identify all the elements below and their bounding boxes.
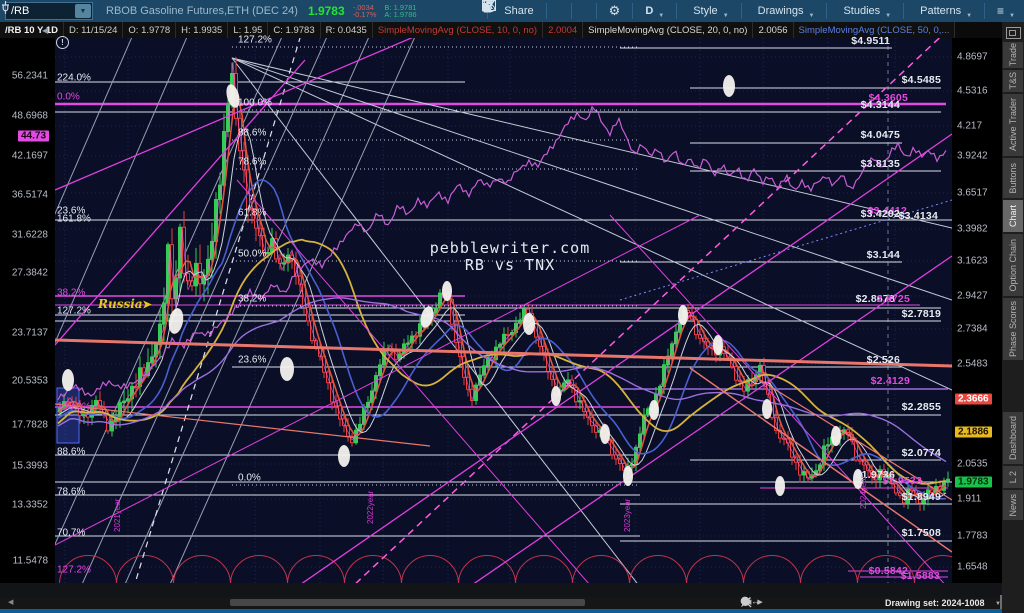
sidebar-tab-trade[interactable]: Trade xyxy=(1003,42,1023,68)
sidebar-tab-active-trader[interactable]: Active Trader xyxy=(1003,94,1023,156)
time-axis[interactable] xyxy=(0,583,1002,597)
bottom-edge-strip xyxy=(0,609,1024,613)
bottom-toolbar-icons: ● ↔ xyxy=(740,596,784,608)
left-right-arrow-icon[interactable]: ↔ xyxy=(751,596,760,606)
chart-drawing-layer xyxy=(55,38,952,584)
drawing-set-label[interactable]: Drawing set: 2024-1008 xyxy=(885,598,985,608)
sidebar-tab-phase-scores[interactable]: Phase Scores xyxy=(1003,298,1023,360)
chart-scrollbar-thumb[interactable] xyxy=(230,599,585,606)
sidebar-tab-chart[interactable]: Chart xyxy=(1003,200,1023,232)
thinkorswim-window: /RB ▼ RBOB Gasoline Futures,ETH (DEC 24)… xyxy=(0,0,1024,613)
sidebar-tab-dashboard[interactable]: Dashboard xyxy=(1003,412,1023,464)
sidebar-tab-t-s[interactable]: T&S xyxy=(1003,70,1023,92)
sidebar-tab-l-2[interactable]: L 2 xyxy=(1003,466,1023,488)
sidebar-tab-news[interactable]: News xyxy=(1003,490,1023,520)
scroll-left-icon[interactable]: ◀ xyxy=(8,598,13,606)
panel-layout-icon[interactable] xyxy=(1006,27,1021,39)
sidebar-tab-buttons[interactable]: Buttons xyxy=(1003,158,1023,198)
right-sidebar: Trade T&S Active Trader Buttons Chart Option … xyxy=(1002,22,1024,613)
sidebar-tab-option-chain[interactable]: Option Chain xyxy=(1003,234,1023,296)
